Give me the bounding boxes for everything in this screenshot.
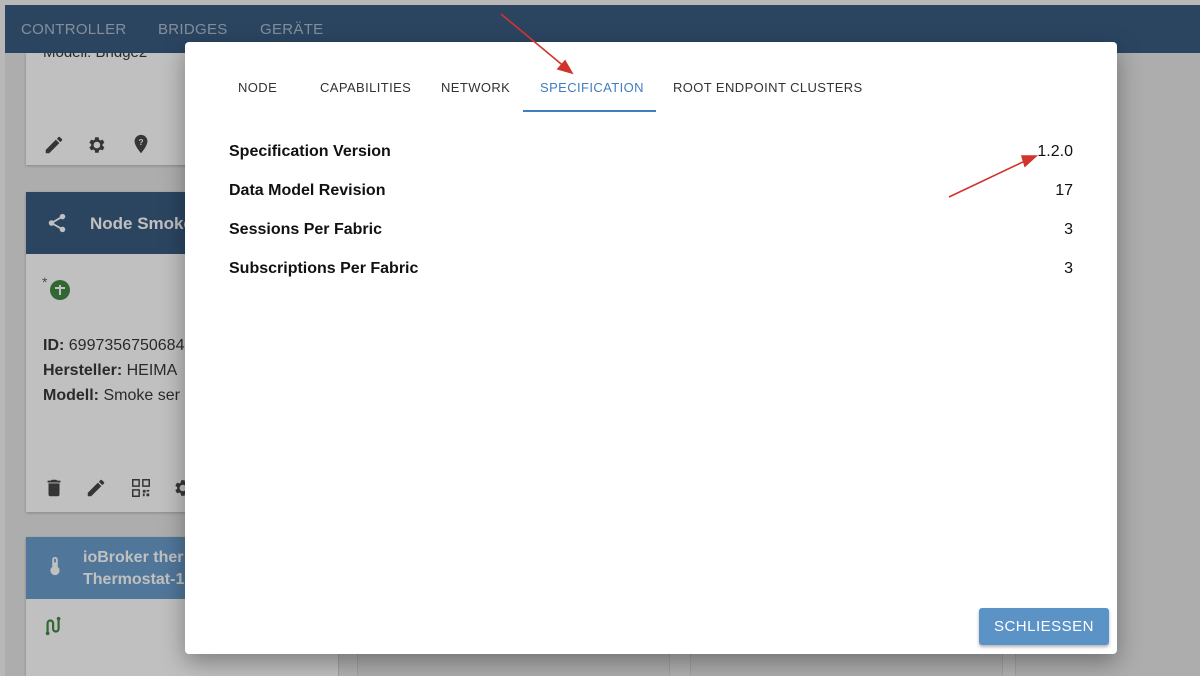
spec-row-sessions-per-fabric: Sessions Per Fabric 3 bbox=[229, 221, 1073, 245]
spec-value: 3 bbox=[1064, 221, 1073, 238]
tab-node[interactable]: NODE bbox=[238, 80, 277, 95]
tab-capabilities[interactable]: CAPABILITIES bbox=[320, 80, 411, 95]
active-tab-indicator bbox=[523, 110, 656, 112]
spec-row-data-model-revision: Data Model Revision 17 bbox=[229, 182, 1073, 206]
dialog-tab-bar: NODE CAPABILITIES NETWORK SPECIFICATION … bbox=[185, 42, 1117, 114]
spec-key: Sessions Per Fabric bbox=[229, 221, 382, 238]
spec-key: Data Model Revision bbox=[229, 182, 386, 199]
spec-value: 17 bbox=[1055, 182, 1073, 199]
tab-specification[interactable]: SPECIFICATION bbox=[540, 80, 644, 95]
tab-root-endpoint-clusters[interactable]: ROOT ENDPOINT CLUSTERS bbox=[673, 80, 863, 95]
close-button[interactable]: SCHLIESSEN bbox=[979, 608, 1109, 645]
spec-key: Specification Version bbox=[229, 143, 391, 160]
tab-network[interactable]: NETWORK bbox=[441, 80, 510, 95]
spec-value: 3 bbox=[1064, 260, 1073, 277]
spec-value: 1.2.0 bbox=[1037, 143, 1073, 160]
spec-key: Subscriptions Per Fabric bbox=[229, 260, 419, 277]
spec-row-specification-version: Specification Version 1.2.0 bbox=[229, 143, 1073, 167]
spec-row-subscriptions-per-fabric: Subscriptions Per Fabric 3 bbox=[229, 260, 1073, 284]
node-details-dialog: NODE CAPABILITIES NETWORK SPECIFICATION … bbox=[185, 42, 1117, 654]
